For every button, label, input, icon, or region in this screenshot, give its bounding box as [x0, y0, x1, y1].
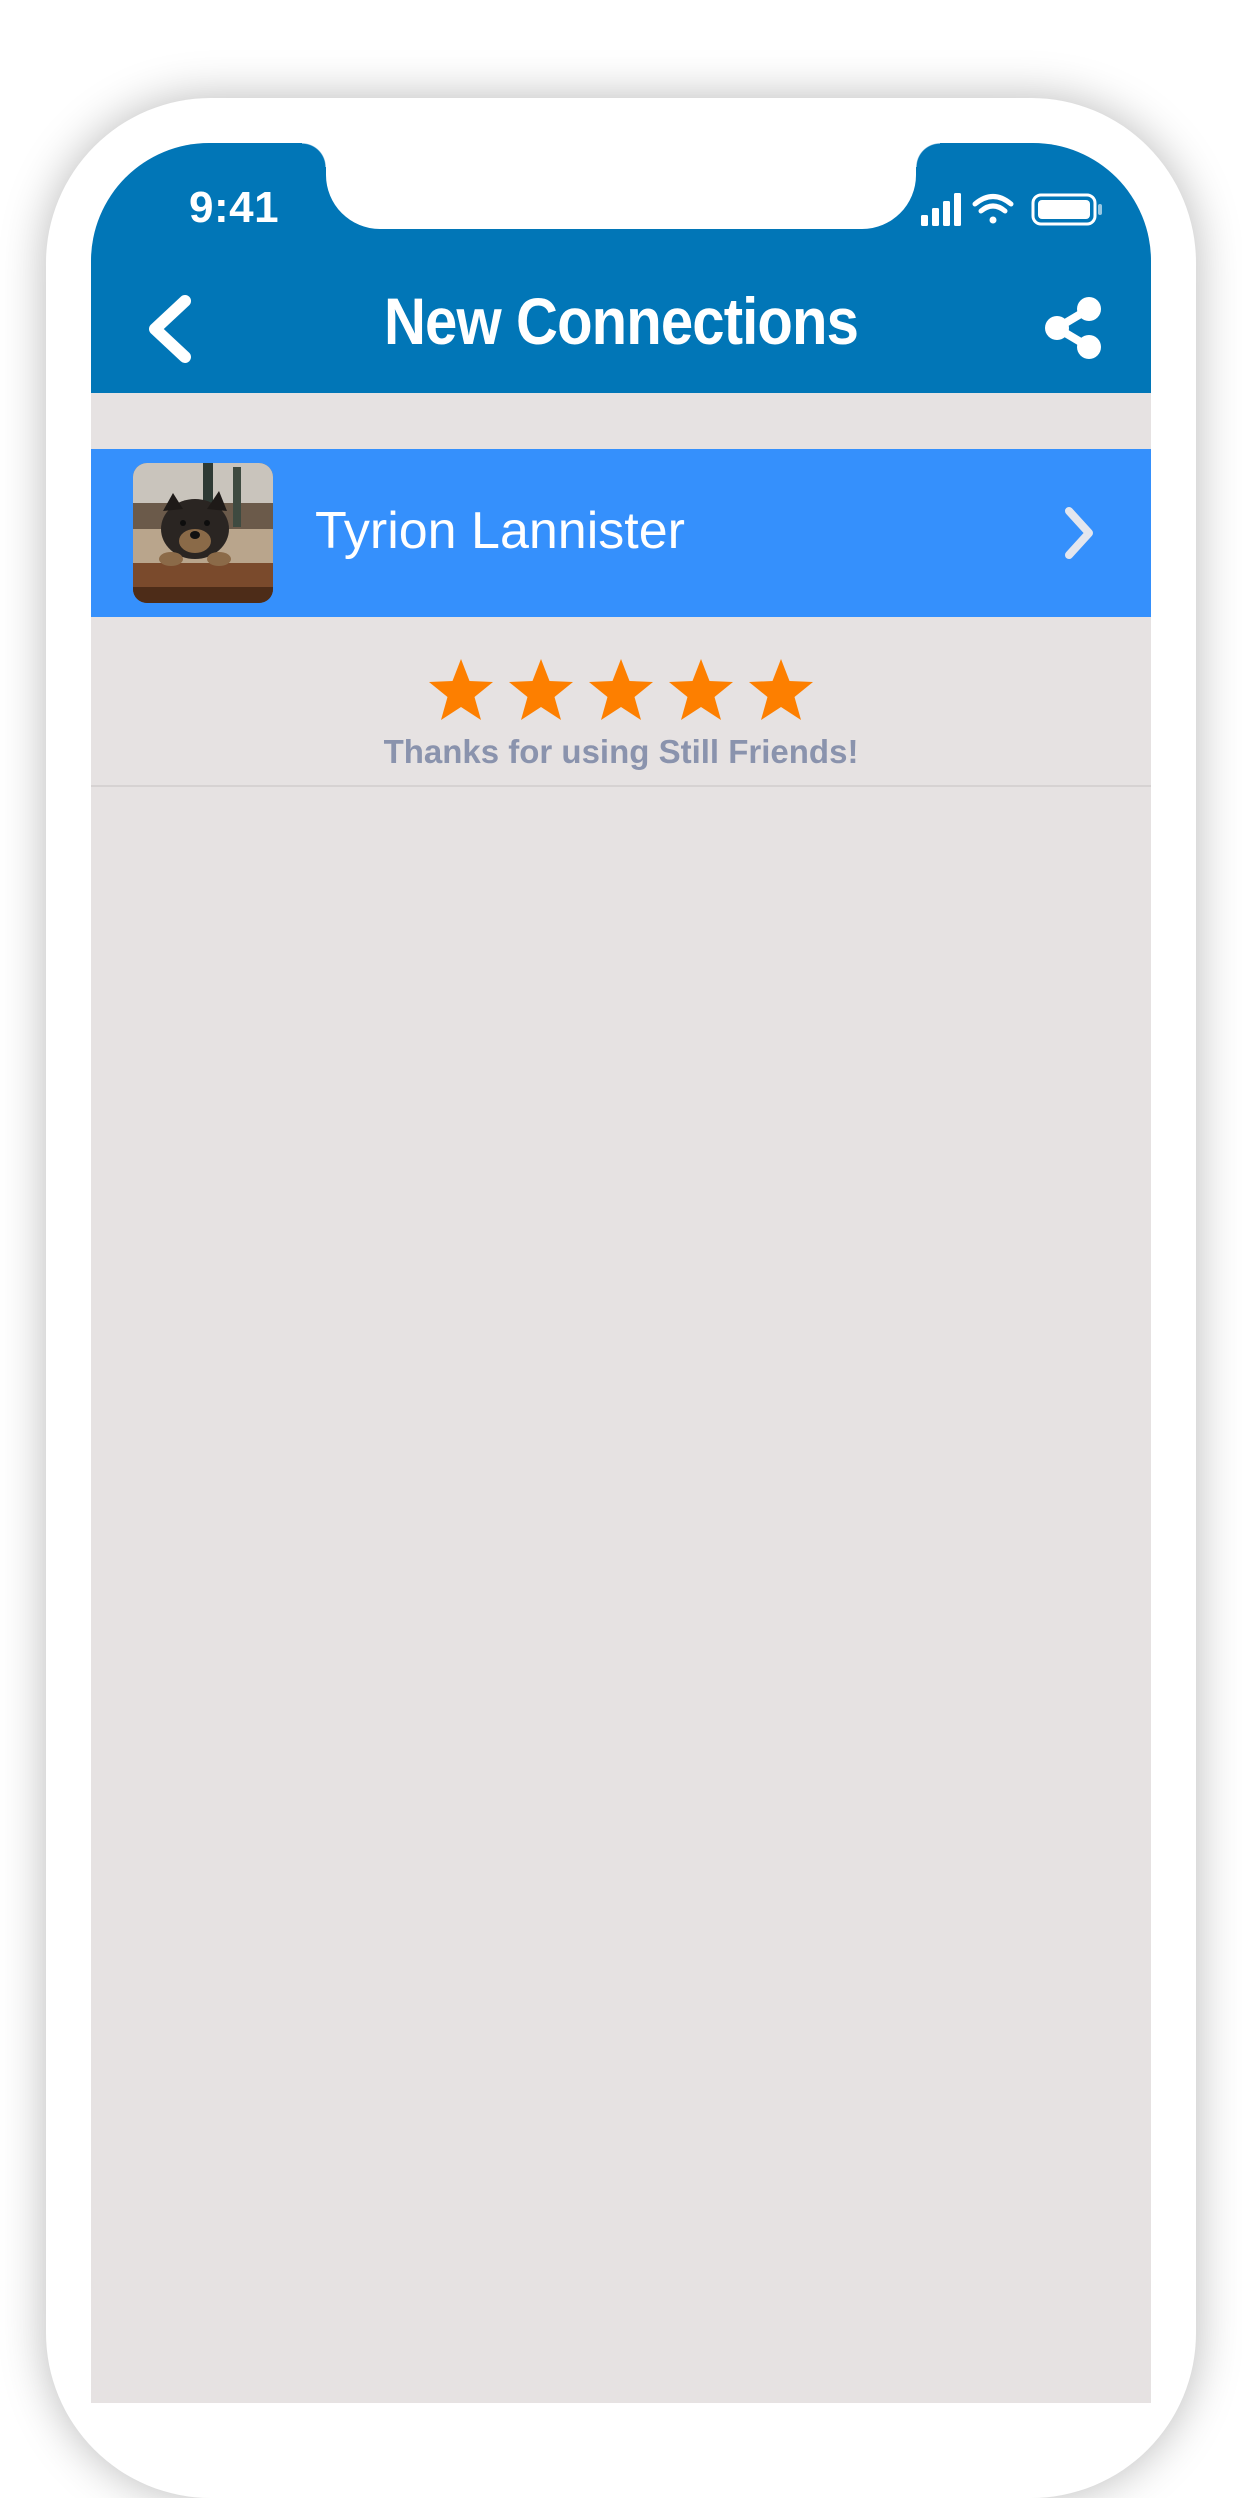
star-icon[interactable] [588, 657, 654, 723]
connection-row[interactable]: Tyrion Lannister [91, 449, 1151, 617]
device-notch [302, 143, 940, 229]
status-icons [921, 193, 1102, 226]
share-icon[interactable] [1041, 295, 1107, 361]
star-icon[interactable] [508, 657, 574, 723]
star-icon[interactable] [428, 657, 494, 723]
chevron-right-icon [1065, 507, 1093, 559]
star-icon[interactable] [748, 657, 814, 723]
status-time: 9:41 [189, 183, 280, 232]
page-title: New Connections [383, 284, 859, 358]
navigation-bar: 9:41 New Connections [91, 143, 1151, 393]
signal-icon [921, 193, 961, 226]
star-icon[interactable] [668, 657, 734, 723]
wifi-icon [972, 194, 1014, 224]
avatar [133, 463, 273, 603]
connection-name: Tyrion Lannister [315, 502, 685, 560]
app-screen: 9:41 New Connections Tyrion Lannister Th… [91, 143, 1151, 2403]
battery-icon [1031, 193, 1102, 226]
rating-caption: Thanks for using Still Friends! [383, 733, 859, 770]
rating-section: Thanks for using Still Friends! [91, 617, 1151, 787]
star-rating[interactable] [91, 657, 1151, 723]
